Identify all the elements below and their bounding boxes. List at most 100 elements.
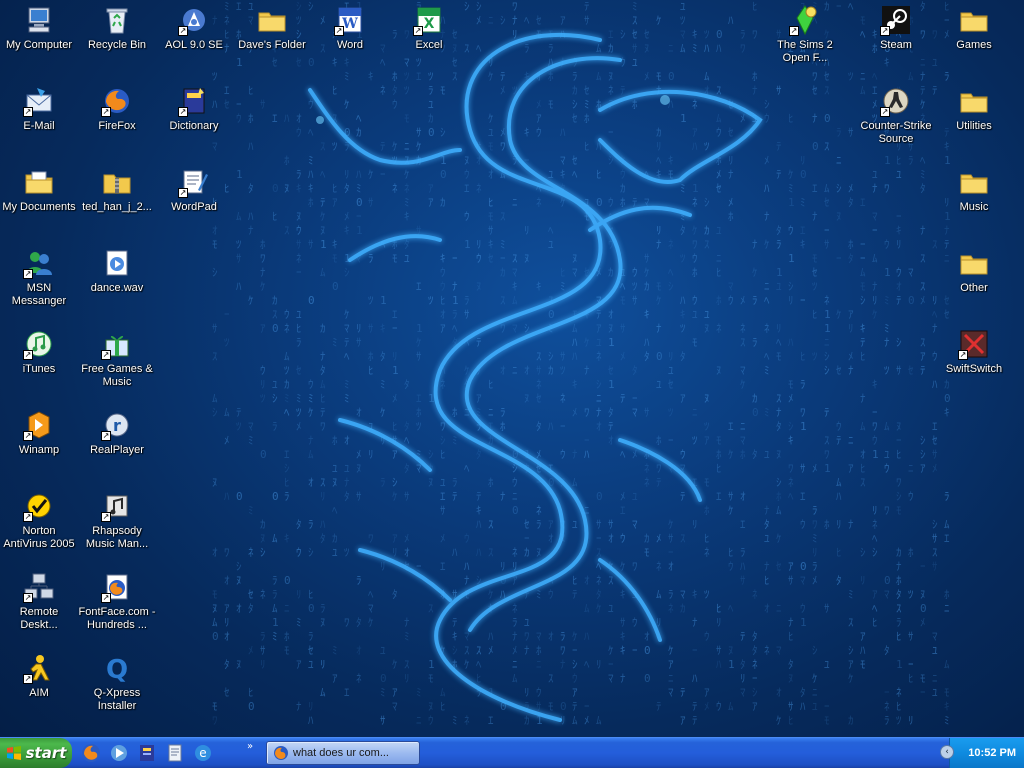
desktop-icon-aol[interactable]: ↗ AOL 9.0 SE bbox=[155, 2, 233, 76]
desktop-icon-counter-strike[interactable]: ↗ Counter-Strike Source bbox=[857, 83, 935, 157]
svg-text:ｾ: ｾ bbox=[776, 560, 782, 573]
svg-text:ﾈ: ﾈ bbox=[644, 462, 650, 475]
svg-text:ｱ: ｱ bbox=[296, 658, 302, 671]
desktop-icon-free-games[interactable]: ↗ Free Games & Music bbox=[78, 326, 156, 400]
svg-text:ﾈ: ﾈ bbox=[752, 588, 758, 601]
svg-text:ｹ: ｹ bbox=[584, 336, 590, 349]
svg-text:ﾓ: ﾓ bbox=[332, 252, 338, 265]
svg-text:ﾍ: ﾍ bbox=[476, 658, 482, 671]
desktop-icon-my-computer[interactable]: My Computer bbox=[0, 2, 78, 76]
svg-text:ｶ: ｶ bbox=[620, 182, 626, 195]
desktop-icon-wordpad[interactable]: ↗ WordPad bbox=[155, 164, 233, 238]
svg-text:1: 1 bbox=[728, 658, 735, 671]
desktop-icon-my-documents[interactable]: My Documents bbox=[0, 164, 78, 238]
svg-text:ｽ: ｽ bbox=[272, 308, 278, 321]
svg-text:ﾒ: ﾒ bbox=[920, 294, 926, 307]
svg-text:ﾇ: ﾇ bbox=[920, 588, 926, 601]
desktop-icon-realplayer[interactable]: r ↗ RealPlayer bbox=[78, 407, 156, 481]
desktop-icon-winamp[interactable]: ↗ Winamp bbox=[0, 407, 78, 481]
svg-text:ｱ: ｱ bbox=[848, 462, 854, 475]
svg-text:ｻ: ｻ bbox=[632, 42, 638, 55]
svg-text:ﾏ: ﾏ bbox=[560, 518, 566, 531]
desktop-icon-firefox[interactable]: ↗ FireFox bbox=[78, 83, 156, 157]
svg-text:1: 1 bbox=[800, 616, 807, 629]
desktop-icon-qxpress[interactable]: Q Q-Xpress Installer bbox=[78, 650, 156, 724]
svg-text:ﾓ: ﾓ bbox=[704, 476, 710, 489]
desktop-icon-music[interactable]: Music bbox=[935, 164, 1013, 238]
svg-text:ｴ: ｴ bbox=[728, 420, 734, 433]
svg-text:ﾎ: ﾎ bbox=[392, 238, 398, 251]
svg-text:ﾆ: ﾆ bbox=[464, 406, 470, 419]
svg-text:ｹ: ｹ bbox=[848, 672, 854, 685]
svg-text:ｽ: ｽ bbox=[932, 546, 938, 559]
desktop-icon-excel[interactable]: X ↗ Excel bbox=[390, 2, 468, 76]
start-button[interactable]: start bbox=[0, 738, 72, 768]
svg-text:ｳ: ｳ bbox=[608, 238, 614, 251]
desktop-icon-dance[interactable]: dance.wav bbox=[78, 245, 156, 319]
svg-text:ﾃ: ﾃ bbox=[524, 588, 530, 601]
svg-text:ﾓ: ﾓ bbox=[620, 294, 626, 307]
desktop-icon-rhapsody[interactable]: ↗ Rhapsody Music Man... bbox=[78, 488, 156, 562]
svg-text:ｹ: ｹ bbox=[380, 406, 386, 419]
desktop-icon-utilities[interactable]: Utilities bbox=[935, 83, 1013, 157]
svg-text:ﾆ: ﾆ bbox=[716, 252, 722, 265]
svg-text:Q: Q bbox=[106, 655, 128, 684]
svg-text:ｼ: ｼ bbox=[476, 574, 482, 587]
desktop-icon-fontface[interactable]: ↗ FontFace.com - Hundreds ... bbox=[78, 569, 156, 643]
svg-text:ｱ: ｱ bbox=[680, 392, 686, 405]
desktop-icon-dictionary[interactable]: ↗ Dictionary bbox=[155, 83, 233, 157]
desktop-icon-games[interactable]: Games bbox=[935, 2, 1013, 76]
desktop-icon-swiftswitch[interactable]: ↗ SwiftSwitch bbox=[935, 326, 1013, 400]
desktop-icon-ted-han[interactable]: ted_han_j_2... bbox=[78, 164, 156, 238]
svg-text:ﾈ: ﾈ bbox=[692, 196, 698, 209]
svg-text:ﾇ: ﾇ bbox=[536, 546, 542, 559]
aol-dictionary-icon[interactable] bbox=[136, 742, 158, 764]
desktop-icon-itunes[interactable]: ↗ iTunes bbox=[0, 326, 78, 400]
svg-text:ﾇ: ﾇ bbox=[332, 476, 338, 489]
document-icon[interactable] bbox=[164, 742, 186, 764]
svg-text:ﾋ: ﾋ bbox=[800, 350, 806, 363]
svg-text:ﾃ: ﾃ bbox=[596, 308, 602, 321]
svg-text:ｻ: ｻ bbox=[632, 294, 638, 307]
desktop-icon-steam[interactable]: ↗ Steam bbox=[857, 2, 935, 76]
desktop-icon-sims2[interactable]: ↗ The Sims 2 Open F... bbox=[766, 2, 844, 76]
internet-explorer-icon[interactable]: e bbox=[192, 742, 214, 764]
svg-text:ｱ: ｱ bbox=[392, 448, 398, 461]
svg-text:1: 1 bbox=[776, 266, 783, 279]
desktop-icon-remote-desktop[interactable]: ↗ Remote Deskt... bbox=[0, 569, 78, 643]
svg-text:ｱ: ｱ bbox=[260, 322, 266, 335]
desktop-icon-recycle-bin[interactable]: Recycle Bin bbox=[78, 2, 156, 76]
desktop-icon-other[interactable]: Other bbox=[935, 245, 1013, 319]
svg-text:ｱ: ｱ bbox=[332, 672, 338, 685]
steam-icon: ↗ bbox=[880, 4, 912, 36]
svg-text:0: 0 bbox=[212, 630, 219, 643]
svg-text:ﾏ: ﾏ bbox=[800, 574, 806, 587]
svg-text:ﾘ: ﾘ bbox=[656, 616, 662, 629]
desktop-icon-msn[interactable]: ↗ MSN Messanger bbox=[0, 245, 78, 319]
svg-text:ﾈ: ﾈ bbox=[356, 672, 362, 685]
desktop-icon-email[interactable]: ↗ E-Mail bbox=[0, 83, 78, 157]
desktop-icon-aim[interactable]: ↗ AIM bbox=[0, 650, 78, 724]
svg-text:0: 0 bbox=[356, 196, 363, 209]
aim-icon: ↗ bbox=[23, 652, 55, 684]
media-player-icon[interactable] bbox=[108, 742, 130, 764]
taskbar-window-button[interactable]: what does ur com... bbox=[266, 741, 420, 765]
svg-text:ﾈ: ﾈ bbox=[716, 322, 722, 335]
svg-text:ﾕ: ﾕ bbox=[656, 378, 662, 391]
svg-text:ｵ: ｵ bbox=[308, 476, 314, 489]
svg-text:ﾈ: ﾈ bbox=[764, 644, 770, 657]
tray-expand-arrow-icon[interactable]: ‹ bbox=[940, 745, 954, 759]
firefox-icon[interactable] bbox=[80, 742, 102, 764]
svg-text:ﾗ: ﾗ bbox=[548, 42, 554, 55]
desktop-icon-norton[interactable]: ↗ Norton AntiVirus 2005 bbox=[0, 488, 78, 562]
clock[interactable]: 10:52 PM bbox=[968, 747, 1016, 759]
svg-text:ﾐ: ﾐ bbox=[884, 322, 890, 335]
svg-text:ﾕ: ﾕ bbox=[404, 252, 410, 265]
svg-text:0: 0 bbox=[284, 574, 291, 587]
svg-text:ｷ: ｷ bbox=[944, 700, 950, 713]
desktop-icon-daves-folder[interactable]: Dave's Folder bbox=[233, 2, 311, 76]
svg-text:ﾋ: ﾋ bbox=[896, 700, 902, 713]
svg-text:ﾒ: ﾒ bbox=[536, 98, 542, 111]
desktop-icon-word[interactable]: W ↗ Word bbox=[311, 2, 389, 76]
quick-launch-more[interactable]: » bbox=[247, 741, 253, 752]
